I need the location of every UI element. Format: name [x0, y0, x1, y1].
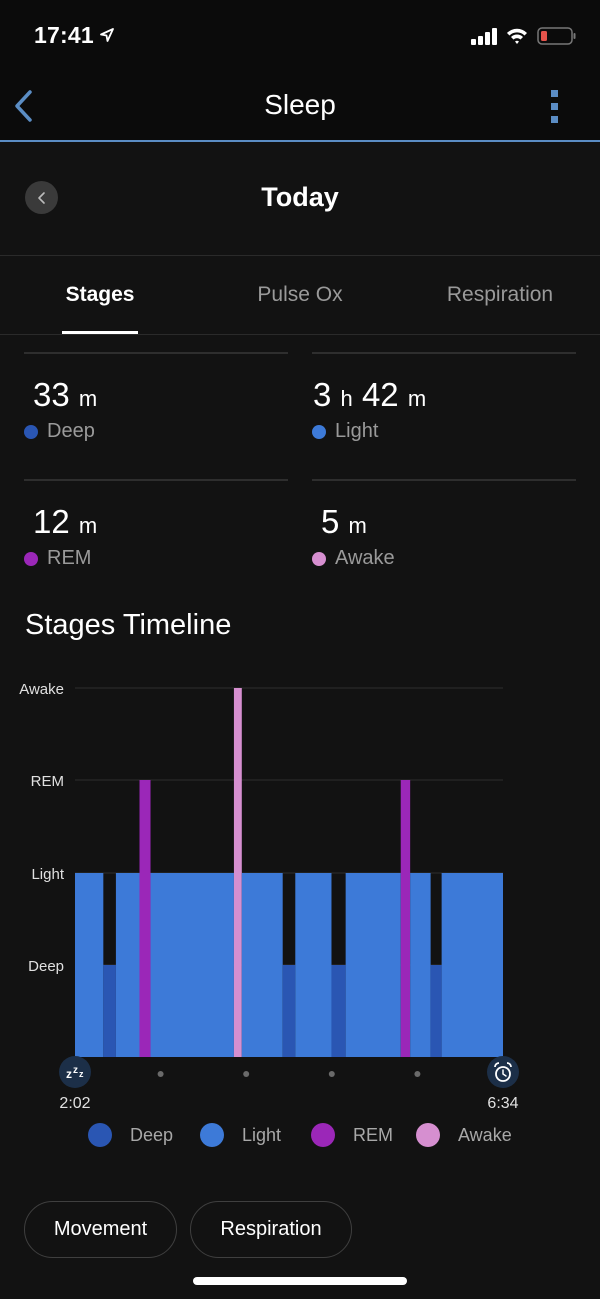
more-vertical-icon[interactable] [546, 88, 564, 124]
stat-number: 42 [361, 376, 399, 413]
legend-item-light: Light [200, 1123, 281, 1147]
legend-dot [311, 1123, 335, 1147]
status-bar: 17:41 [0, 0, 600, 72]
stat-number: 3 [313, 376, 332, 413]
x-tick-dot [157, 1071, 164, 1077]
stat-number: 5 [321, 503, 340, 540]
stat-value: 12 m [24, 503, 288, 541]
tab-pulse-ox[interactable]: Pulse Ox [200, 283, 400, 307]
cellular-signal-icon [471, 28, 497, 45]
legend-label: Deep [130, 1124, 174, 1145]
legend-item-deep: Deep [88, 1123, 173, 1147]
stat-deep: 33 m Deep [24, 352, 288, 443]
x-end-label: 6:34 [487, 1095, 518, 1112]
divider [312, 479, 576, 481]
stat-label-text: Deep [47, 420, 95, 442]
stat-rem: 12 m REM [24, 479, 288, 570]
tab-respiration[interactable]: Respiration [400, 283, 600, 307]
stat-label: Deep [24, 420, 288, 443]
movement-button[interactable]: Movement [24, 1201, 177, 1258]
date-title: Today [261, 182, 339, 212]
stage-segment-rem [139, 780, 151, 1057]
stat-label-text: REM [47, 547, 92, 569]
stat-label-text: Awake [335, 547, 395, 569]
x-tick-dot [328, 1071, 335, 1077]
stat-unit: m [407, 386, 427, 411]
stat-light: 3 h 42 m Light [312, 352, 576, 443]
stat-value: 3 h 42 m [312, 376, 576, 414]
light-color-dot [312, 424, 326, 439]
stage-segment-deep [331, 965, 346, 1057]
stage-segment-rem [400, 780, 411, 1057]
home-indicator[interactable] [193, 1277, 407, 1285]
awake-color-dot [312, 551, 326, 566]
tab-bar: Stages Pulse Ox Respiration [0, 257, 600, 335]
sleep-zzz-icon: z z z [59, 1056, 91, 1088]
stage-segment-light [410, 873, 431, 1057]
active-tab-indicator [62, 331, 138, 334]
stage-segment-light [75, 873, 104, 1057]
y-tick-label: REM [31, 773, 64, 790]
legend-dot [416, 1123, 440, 1147]
stat-label-text: Light [335, 420, 379, 442]
stat-number: 33 [33, 376, 70, 413]
chart-legend: Deep Light REM Awake [0, 1123, 600, 1153]
battery-low-icon [537, 27, 576, 45]
stat-value: 5 m [312, 503, 576, 541]
y-tick-label: Awake [19, 681, 64, 698]
legend-label: Light [242, 1124, 282, 1145]
stages-timeline-chart: Awake REM Light Deep 2:02 6:34 z z z [0, 670, 600, 1120]
stat-awake: 5 m Awake [312, 479, 576, 570]
divider [312, 352, 576, 354]
stage-segment-light [441, 873, 503, 1057]
stage-segment-deep [103, 965, 116, 1057]
divider [24, 352, 288, 354]
page-title: Sleep [264, 89, 336, 120]
stage-segment-awake [233, 688, 242, 1057]
alarm-clock-icon [487, 1056, 519, 1088]
stage-segment-deep [282, 965, 296, 1057]
stat-unit: m [348, 513, 367, 538]
rem-color-dot [24, 551, 38, 566]
x-tick-dot [414, 1071, 421, 1077]
legend-item-rem: REM [311, 1123, 393, 1147]
divider [24, 479, 288, 481]
date-navigator: Today [0, 144, 600, 256]
x-start-label: 2:02 [59, 1095, 90, 1112]
status-time: 17:41 [34, 22, 94, 48]
svg-text:z: z [66, 1067, 72, 1081]
stat-label: REM [24, 547, 288, 570]
location-arrow-icon [100, 28, 114, 42]
stat-unit: m [78, 513, 98, 538]
stage-segment-light [150, 873, 234, 1057]
stat-number: 12 [33, 503, 70, 540]
stage-segment-light [241, 873, 283, 1057]
legend-dot [200, 1123, 224, 1147]
y-tick-label: Light [31, 866, 64, 883]
nav-bar: Sleep [0, 72, 600, 142]
y-tick-label: Deep [28, 958, 64, 975]
svg-text:z: z [73, 1065, 78, 1076]
stat-label: Awake [312, 547, 576, 570]
deep-color-dot [24, 424, 38, 439]
wifi-icon [507, 28, 527, 44]
stage-segment-light [295, 873, 332, 1057]
stat-value: 33 m [24, 376, 288, 414]
stat-unit: h [340, 386, 353, 411]
tab-stages[interactable]: Stages [0, 283, 200, 307]
stage-segment-deep [430, 965, 442, 1057]
stat-label: Light [312, 420, 576, 443]
legend-label: Awake [458, 1124, 512, 1145]
stat-unit: m [78, 386, 98, 411]
legend-item-awake: Awake [416, 1123, 512, 1147]
legend-label: REM [353, 1124, 393, 1145]
stage-segment-light [345, 873, 401, 1057]
respiration-button[interactable]: Respiration [190, 1201, 352, 1258]
stage-segment-light [115, 873, 140, 1057]
section-title: Stages Timeline [25, 609, 232, 641]
x-tick-dot [243, 1071, 250, 1077]
legend-dot [88, 1123, 112, 1147]
chart-svg: Awake REM Light Deep 2:02 6:34 z z z [19, 681, 519, 1112]
svg-text:z: z [79, 1069, 84, 1079]
